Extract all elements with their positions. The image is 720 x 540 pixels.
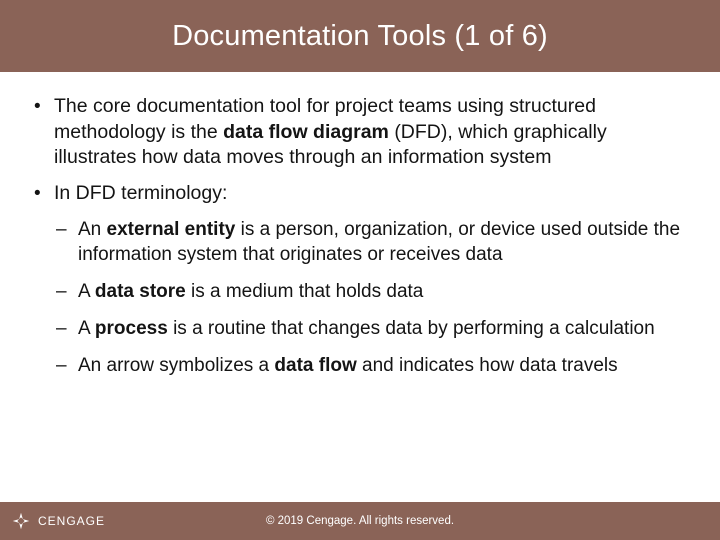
bold-term: data flow [274, 355, 362, 376]
sub-bullet-item: An arrow symbolizes a data flow and indi… [54, 353, 692, 378]
bold-term: data flow diagram [223, 121, 394, 143]
bullet-text: A [78, 318, 95, 339]
brand: CENGAGE [10, 510, 105, 532]
bullet-item: In DFD terminology: An external entity i… [32, 181, 692, 378]
footer-band: CENGAGE © 2019 Cengage. All rights reser… [0, 502, 720, 540]
bullet-text: and indicates how data travels [362, 355, 618, 376]
bullet-text: An [78, 219, 107, 240]
title-band: Documentation Tools (1 of 6) [0, 0, 720, 72]
slide: Documentation Tools (1 of 6) The core do… [0, 0, 720, 540]
bold-term: data store [95, 281, 191, 302]
cengage-logo-icon [10, 510, 32, 532]
bullet-text: A [78, 281, 95, 302]
bold-term: process [95, 318, 173, 339]
bullet-text: is a routine that changes data by perfor… [173, 318, 655, 339]
bullet-text: is a medium that holds data [191, 281, 423, 302]
bold-term: external entity [107, 219, 241, 240]
sub-bullet-item: A process is a routine that changes data… [54, 316, 692, 341]
slide-content: The core documentation tool for project … [0, 72, 720, 502]
brand-name: CENGAGE [38, 514, 105, 528]
sub-bullet-item: An external entity is a person, organiza… [54, 217, 692, 267]
slide-title: Documentation Tools (1 of 6) [172, 20, 548, 53]
bullet-text: An arrow symbolizes a [78, 355, 274, 376]
copyright-text: © 2019 Cengage. All rights reserved. [266, 515, 454, 527]
bullet-text: In DFD terminology: [54, 182, 227, 204]
sub-bullet-item: A data store is a medium that holds data [54, 279, 692, 304]
bullet-item: The core documentation tool for project … [32, 94, 692, 171]
